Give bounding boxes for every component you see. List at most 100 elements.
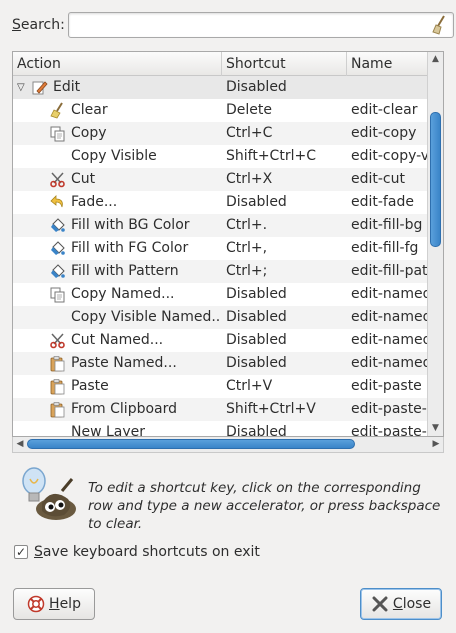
tree-row[interactable]: Paste Named... Disabled edit-named [13,352,427,375]
shortcut-cell[interactable]: Disabled [226,191,346,214]
help-lifebuoy-icon [27,595,45,613]
help-label: Help [49,596,81,612]
close-button[interactable]: Close [360,588,442,620]
hint-text: To edit a shortcut key, click on the cor… [88,480,441,532]
action-label: Copy Visible [71,148,157,164]
tree-group-row[interactable]: ▽ Edit Disabled [13,76,427,99]
tree-row[interactable]: Clear Delete edit-clear [13,99,427,122]
shortcut-cell[interactable]: Disabled [226,306,346,329]
name-cell: edit-cut [351,171,405,187]
vertical-scroll-thumb[interactable] [430,112,441,247]
close-label: Close [392,596,432,612]
column-shortcut[interactable]: Shortcut [222,52,347,76]
close-x-icon [371,595,389,613]
tree-row[interactable]: Copy Ctrl+C edit-copy [13,122,427,145]
shortcut-cell[interactable]: Ctrl+. [226,214,346,237]
scroll-left-icon[interactable]: ◀ [13,437,27,452]
tree-row[interactable]: New Layer Disabled edit-paste-a [13,421,427,436]
action-label: Fill with BG Color [71,217,190,233]
copy-icon [49,286,66,303]
paste-icon [49,355,66,372]
action-label: From Clipboard [71,401,178,417]
shortcut-cell[interactable]: Ctrl+; [226,260,346,283]
shortcut-cell[interactable]: Disabled [226,421,346,436]
shortcut-cell[interactable]: Disabled [226,329,346,352]
clear-search-icon[interactable] [431,15,449,35]
tree-row[interactable]: Copy Named... Disabled edit-named [13,283,427,306]
name-cell: edit-paste-a [351,424,427,436]
shortcut-cell[interactable]: Delete [226,99,346,122]
scissors-icon [49,332,66,349]
action-label: Fill with FG Color [71,240,189,256]
tree-row[interactable]: Cut Named... Disabled edit-named [13,329,427,352]
save-shortcuts-checkbox[interactable]: ✓ [14,545,28,559]
action-cell: Fill with BG Color [13,214,221,237]
name-cell: edit-named [351,332,427,348]
search-field[interactable] [68,12,454,38]
tree-row[interactable]: Paste Ctrl+V edit-paste [13,375,427,398]
tree-row[interactable]: Copy Visible Shift+Ctrl+C edit-copy-v [13,145,427,168]
action-label: Edit [53,79,81,95]
scroll-up-icon[interactable]: ▲ [428,52,443,67]
tree-row[interactable]: Copy Visible Named... Disabled edit-named [13,306,427,329]
action-cell: Copy Visible [13,145,221,168]
shortcut-cell[interactable]: Shift+Ctrl+V [226,398,346,421]
name-cell: edit-paste [351,378,422,394]
tree-row[interactable]: Fill with FG Color Ctrl+, edit-fill-fg [13,237,427,260]
bucket-fill-icon [49,263,66,280]
shortcut-tree: Action Shortcut Name ▽ Edit Disabled Clear D… [12,51,444,437]
action-label: Cut [71,171,96,187]
save-shortcuts-label[interactable]: Save keyboard shortcuts on exit [34,544,260,560]
tree-row[interactable]: Fill with BG Color Ctrl+. edit-fill-bg [13,214,427,237]
column-header: Action Shortcut Name [13,52,427,76]
name-cell [351,76,427,99]
action-label: New Layer [71,424,146,436]
action-cell: Copy Named... [13,283,221,306]
action-label: Fill with Pattern [71,263,179,279]
name-cell: edit-named [351,286,427,302]
shortcut-cell[interactable]: Ctrl+C [226,122,346,145]
expander-icon[interactable]: ▽ [17,76,27,99]
name-cell: edit-named [351,309,427,325]
horizontal-scroll-thumb[interactable] [27,439,355,449]
action-label: Copy Named... [71,286,175,302]
tree-rows: ▽ Edit Disabled Clear Delete edit-clear Copy Ct… [13,76,427,436]
undo-arrow-icon [49,194,66,211]
tree-row[interactable]: From Clipboard Shift+Ctrl+V edit-paste-a [13,398,427,421]
action-cell: Cut Named... [13,329,221,352]
search-input[interactable] [69,13,419,37]
column-name[interactable]: Name [347,52,427,76]
shortcut-cell[interactable]: Shift+Ctrl+C [226,145,346,168]
save-shortcuts-option[interactable]: ✓ Save keyboard shortcuts on exit [14,541,260,563]
tree-viewport: Action Shortcut Name ▽ Edit Disabled Clear D… [13,52,427,436]
action-cell: Copy [13,122,221,145]
action-cell: From Clipboard [13,398,221,421]
tree-row[interactable]: Fill with Pattern Ctrl+; edit-fill-pat [13,260,427,283]
broom-icon [49,102,66,119]
action-label: Cut Named... [71,332,164,348]
tree-row[interactable]: Fade... Disabled edit-fade [13,191,427,214]
action-cell: ▽ Edit [13,76,221,99]
name-cell: edit-paste-a [351,401,427,417]
action-cell: New Layer [13,421,221,436]
shortcut-cell[interactable]: Disabled [226,352,346,375]
shortcut-cell[interactable]: Ctrl+V [226,375,346,398]
name-cell: edit-fill-fg [351,240,419,256]
edit-pencil-icon [31,79,48,96]
action-label: Paste Named... [71,355,177,371]
column-action[interactable]: Action [13,52,222,76]
bucket-fill-icon [49,217,66,234]
scroll-right-icon[interactable]: ▶ [429,437,443,452]
tree-row[interactable]: Cut Ctrl+X edit-cut [13,168,427,191]
vertical-scrollbar[interactable]: ▲ ▼ [427,52,443,436]
help-button[interactable]: Help [13,588,95,620]
scroll-down-icon[interactable]: ▼ [428,421,443,436]
shortcut-cell[interactable]: Ctrl+X [226,168,346,191]
name-cell: edit-fill-pat [351,263,427,279]
shortcut-cell[interactable]: Disabled [226,76,346,99]
horizontal-scrollbar[interactable]: ◀ ▶ [12,437,444,453]
shortcut-cell[interactable]: Ctrl+, [226,237,346,260]
shortcut-cell[interactable]: Disabled [226,283,346,306]
paste-icon [49,401,66,418]
action-cell: Copy Visible Named... [13,306,221,329]
